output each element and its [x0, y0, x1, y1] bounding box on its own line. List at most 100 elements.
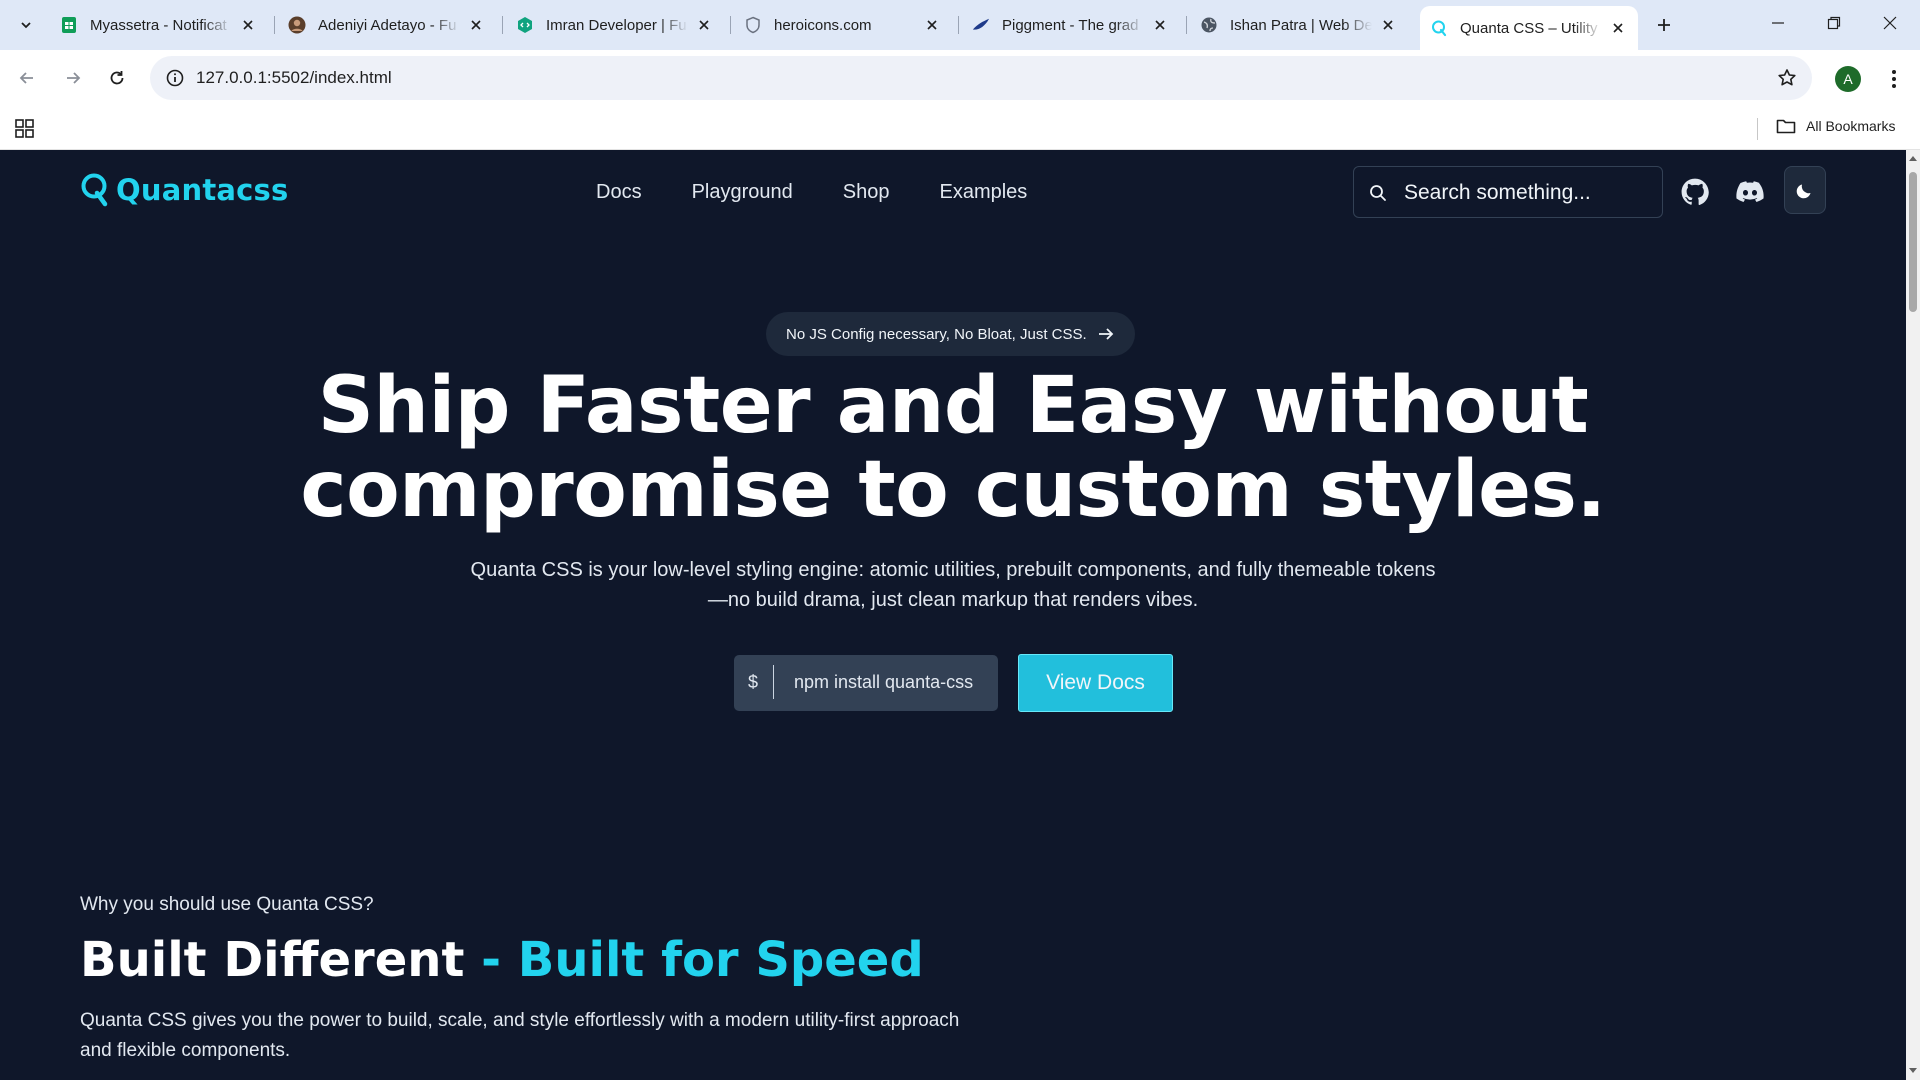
close-icon[interactable]	[694, 15, 714, 35]
arrow-left-icon	[19, 72, 33, 84]
tab-separator	[1186, 16, 1187, 34]
back-button[interactable]	[10, 61, 44, 95]
browser-menu-button[interactable]	[1880, 65, 1908, 93]
close-icon[interactable]	[238, 15, 258, 35]
apps-grid-icon[interactable]	[14, 117, 36, 139]
nav-shop[interactable]: Shop	[843, 181, 890, 204]
bookmarks-separator	[1757, 118, 1758, 140]
bookmarks-bar: All Bookmarks	[0, 108, 1920, 150]
github-button[interactable]	[1675, 172, 1715, 212]
scroll-thumb[interactable]	[1909, 172, 1917, 312]
reload-button[interactable]	[100, 61, 134, 95]
features-title: Built Different - Built for Speed	[80, 932, 924, 988]
site-info-icon[interactable]	[164, 67, 186, 89]
command-divider	[773, 665, 774, 699]
tab-adeniyi[interactable]: Adeniyi Adetayo - Fu	[278, 8, 496, 42]
reload-icon	[110, 71, 124, 85]
chevron-down-icon	[21, 22, 31, 29]
quanta-icon	[1430, 19, 1448, 37]
features-description: Quanta CSS gives you the power to build,…	[80, 1010, 960, 1061]
search-input[interactable]: Search something...	[1353, 166, 1663, 218]
sheets-icon	[60, 16, 78, 34]
announcement-text: No JS Config necessary, No Bloat, Just C…	[786, 325, 1087, 343]
close-icon[interactable]	[1378, 15, 1398, 35]
tab-separator	[958, 16, 959, 34]
nav-docs[interactable]: Docs	[596, 181, 642, 204]
search-placeholder: Search something...	[1404, 181, 1591, 204]
nav-examples[interactable]: Examples	[939, 181, 1027, 204]
features-title-main: Built Different	[80, 932, 465, 988]
minimize-icon	[1772, 22, 1784, 24]
tab-title: heroicons.com	[774, 16, 872, 34]
arrow-right-icon	[1098, 328, 1113, 340]
tab-separator	[730, 16, 731, 34]
close-icon[interactable]	[922, 15, 942, 35]
close-icon	[1883, 16, 1897, 30]
tab-title: Ishan Patra | Web De	[1230, 16, 1372, 34]
tab-title: Quanta CSS – Utility	[1460, 19, 1598, 37]
moon-icon	[1796, 184, 1811, 199]
all-bookmarks-button[interactable]: All Bookmarks	[1776, 117, 1895, 135]
scroll-up-icon[interactable]	[1908, 153, 1918, 163]
tab-quanta-css[interactable]: Quanta CSS – Utility	[1420, 6, 1638, 50]
tab-title: Piggment - The grad	[1002, 16, 1139, 34]
tab-title: Adeniyi Adetayo - Fu	[318, 16, 457, 34]
window-close-button[interactable]	[1862, 0, 1918, 46]
close-icon[interactable]	[1608, 18, 1628, 38]
quanta-logo-icon	[81, 173, 108, 207]
tab-ishan[interactable]: Ishan Patra | Web De	[1190, 8, 1408, 42]
discord-button[interactable]	[1730, 172, 1770, 212]
close-icon[interactable]	[466, 15, 486, 35]
features-title-accent: - Built for Speed	[464, 932, 924, 988]
install-command-text[interactable]: npm install quanta-css	[794, 672, 973, 693]
tab-imran[interactable]: Imran Developer | Fu	[506, 8, 724, 42]
hero-title-line1: Ship Faster and Easy without	[317, 361, 1589, 451]
hero-subtitle-line1: Quanta CSS is your low-level styling eng…	[470, 559, 1436, 581]
view-docs-button[interactable]: View Docs	[1018, 654, 1173, 712]
shield-icon	[744, 16, 762, 34]
tab-separator	[502, 16, 503, 34]
logo-text: Quantacss	[116, 173, 289, 207]
all-bookmarks-label: All Bookmarks	[1806, 118, 1896, 134]
hero-title: Ship Faster and Easy without compromise …	[0, 364, 1906, 532]
tab-title: Myassetra - Notificat	[90, 16, 227, 34]
install-command-box[interactable]: $ npm install quanta-css	[734, 655, 998, 711]
tab-piggment[interactable]: Piggment - The grad	[962, 8, 1180, 42]
announcement-pill[interactable]: No JS Config necessary, No Bloat, Just C…	[766, 312, 1135, 356]
globe-icon	[1200, 16, 1218, 34]
address-bar[interactable]: 127.0.0.1:5502/index.html	[150, 56, 1812, 100]
restore-icon	[1827, 16, 1841, 30]
plus-icon	[1658, 19, 1670, 31]
tab-separator	[274, 16, 275, 34]
main-nav: Docs Playground Shop Examples	[596, 181, 1027, 204]
folder-icon	[1776, 119, 1796, 134]
restore-button[interactable]	[1806, 0, 1862, 46]
hero-subtitle: Quanta CSS is your low-level styling eng…	[453, 555, 1453, 615]
close-icon[interactable]	[1150, 15, 1170, 35]
browser-tab-strip: Myassetra - Notificat Adeniyi Adetayo - …	[0, 0, 1920, 50]
hero-subtitle-line2: —no build drama, just clean markup that …	[707, 589, 1199, 611]
tab-myassetra[interactable]: Myassetra - Notificat	[50, 8, 268, 42]
bookmark-star-icon[interactable]	[1776, 67, 1798, 89]
page-scrollbar[interactable]	[1906, 150, 1920, 1080]
features-eyebrow: Why you should use Quanta CSS?	[80, 894, 374, 915]
site-logo[interactable]: Quantacss	[80, 172, 288, 208]
browser-toolbar: 127.0.0.1:5502/index.html A	[0, 50, 1920, 108]
command-prompt: $	[748, 672, 759, 692]
scroll-down-icon[interactable]	[1908, 1066, 1918, 1076]
avatar-icon	[288, 16, 306, 34]
nav-playground[interactable]: Playground	[692, 181, 793, 204]
tab-title: Imran Developer | Fu	[546, 16, 687, 34]
minimize-button[interactable]	[1750, 0, 1806, 46]
forward-button[interactable]	[56, 61, 90, 95]
arrow-right-icon	[67, 72, 81, 84]
tab-heroicons[interactable]: heroicons.com	[734, 8, 952, 42]
profile-avatar[interactable]: A	[1835, 66, 1861, 92]
new-tab-button[interactable]	[1650, 11, 1678, 39]
feather-icon	[972, 16, 990, 34]
github-icon	[1681, 178, 1709, 205]
url-text[interactable]: 127.0.0.1:5502/index.html	[196, 68, 392, 88]
theme-toggle-button[interactable]	[1784, 166, 1826, 214]
tab-search-button[interactable]	[12, 11, 40, 39]
page-viewport: Quantacss Docs Playground Shop Examples …	[0, 150, 1906, 1080]
